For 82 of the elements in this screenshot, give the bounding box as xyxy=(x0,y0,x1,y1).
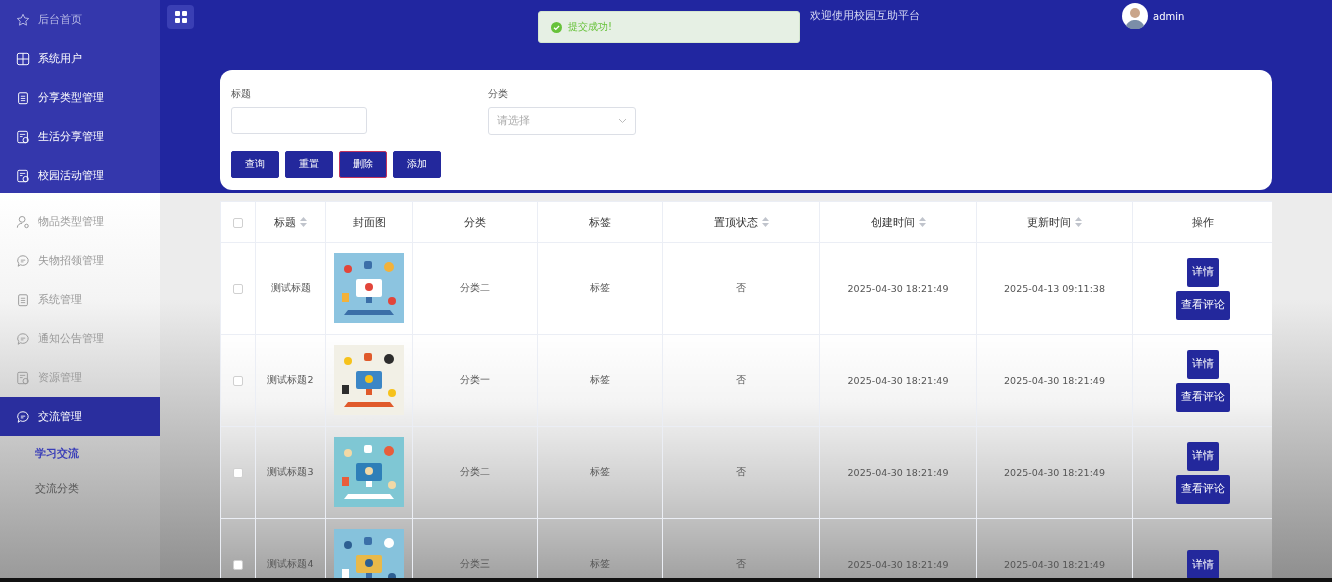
table-cell: 标签 xyxy=(590,558,610,569)
avatar[interactable] xyxy=(1122,3,1148,29)
sidebar-item[interactable]: 生活分享管理 xyxy=(0,117,160,156)
row-checkbox[interactable] xyxy=(233,560,243,571)
chat-icon xyxy=(16,253,30,268)
column-header[interactable]: 置顶状态 xyxy=(713,214,758,230)
clipboard-icon xyxy=(16,292,30,307)
row-action-button[interactable]: 查看评论 xyxy=(1175,382,1230,412)
document-icon xyxy=(16,370,30,385)
table-cell: 测试标题 xyxy=(270,282,311,293)
column-header[interactable]: 创建时间 xyxy=(870,214,915,230)
sort-icon[interactable] xyxy=(918,217,926,227)
user-icon xyxy=(16,214,30,229)
table-cell: 测试标题3 xyxy=(267,466,314,477)
table-cell: 2025-04-30 18:21:49 xyxy=(847,467,949,478)
field-label: 标题 xyxy=(231,88,252,101)
row-action-button[interactable]: 详情 xyxy=(1186,349,1219,379)
sidebar-item[interactable]: 交流管理 xyxy=(0,397,160,436)
grid-icon xyxy=(16,51,30,66)
field-label: 分类 xyxy=(488,88,509,101)
header-title: 欢迎使用校园互助平台 xyxy=(810,8,920,23)
sidebar-item[interactable]: 分享类型管理 xyxy=(0,78,160,117)
document-icon xyxy=(16,168,30,183)
row-checkbox[interactable] xyxy=(233,468,243,479)
table-cell: 2025-04-30 18:21:49 xyxy=(1004,559,1105,570)
document-icon xyxy=(16,129,30,144)
row-action-button[interactable]: 详情 xyxy=(1186,550,1219,578)
table-cell: 标签 xyxy=(590,374,610,385)
table-cell: 2025-04-13 09:11:38 xyxy=(1004,283,1105,294)
table-cell: 分类一 xyxy=(460,374,490,385)
column-header: 标签 xyxy=(589,214,611,230)
clipboard-icon xyxy=(16,90,30,105)
table-cell: 标签 xyxy=(590,466,610,477)
table-cell: 标签 xyxy=(590,282,610,293)
row-action-button[interactable]: 详情 xyxy=(1186,441,1219,471)
chevron-down-icon xyxy=(618,118,627,124)
row-checkbox[interactable] xyxy=(233,376,243,387)
table-cell: 2025-04-30 18:21:49 xyxy=(1004,467,1105,478)
action-button[interactable]: 重置 xyxy=(285,151,333,178)
sort-icon[interactable] xyxy=(761,217,769,227)
user-name[interactable]: admin xyxy=(1153,10,1185,22)
input-field[interactable] xyxy=(231,107,367,134)
menu-button[interactable] xyxy=(167,5,194,29)
sort-icon[interactable] xyxy=(300,217,307,227)
column-header: 封面图 xyxy=(352,214,386,230)
row-action-button[interactable]: 查看评论 xyxy=(1175,290,1230,320)
chat-icon xyxy=(16,409,30,424)
column-header: 操作 xyxy=(1191,214,1214,230)
row-checkbox[interactable] xyxy=(233,284,243,295)
table-cell: 否 xyxy=(736,374,746,385)
table-cell: 否 xyxy=(736,558,746,569)
star-icon xyxy=(16,12,30,27)
table-cell: 2025-04-30 18:21:49 xyxy=(847,283,949,294)
column-header: 分类 xyxy=(464,214,486,230)
table-cell: 分类二 xyxy=(460,466,490,477)
sidebar-item[interactable]: 后台首页 xyxy=(0,0,160,39)
action-button[interactable]: 删除 xyxy=(339,151,387,178)
toast-message: 提交成功! xyxy=(568,20,612,34)
table-cell: 否 xyxy=(736,466,746,477)
grid-icon xyxy=(174,11,187,23)
action-button[interactable]: 添加 xyxy=(393,151,441,178)
table-cell: 2025-04-30 18:21:49 xyxy=(1004,375,1105,386)
submenu-item[interactable]: 学习交流 xyxy=(0,436,160,471)
table-cell: 2025-04-30 18:21:49 xyxy=(847,559,949,570)
table-cell: 否 xyxy=(736,282,746,293)
submenu-item[interactable]: 交流分类 xyxy=(0,471,160,506)
table-cell: 分类二 xyxy=(460,282,490,293)
sort-icon[interactable] xyxy=(1075,217,1082,227)
row-action-button[interactable]: 查看评论 xyxy=(1175,474,1230,504)
table-cell: 2025-04-30 18:21:49 xyxy=(847,375,949,386)
check-icon xyxy=(551,21,562,33)
chat-icon xyxy=(16,331,30,346)
action-button[interactable]: 查询 xyxy=(231,151,279,178)
sidebar-item[interactable]: 系统用户 xyxy=(0,39,160,78)
table-cell: 测试标题2 xyxy=(267,374,314,385)
row-action-button[interactable]: 详情 xyxy=(1186,257,1219,287)
table-cell: 分类三 xyxy=(460,558,490,569)
table-cell: 测试标题4 xyxy=(267,558,314,569)
select-all-checkbox[interactable] xyxy=(233,217,243,228)
column-header[interactable]: 更新时间 xyxy=(1027,214,1071,230)
sidebar-item[interactable]: 校园活动管理 xyxy=(0,156,160,195)
column-header[interactable]: 标题 xyxy=(274,214,296,230)
